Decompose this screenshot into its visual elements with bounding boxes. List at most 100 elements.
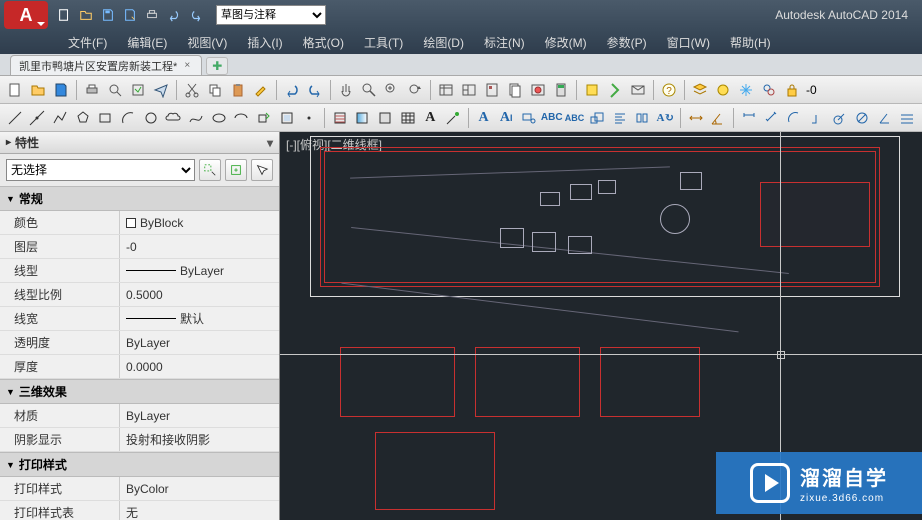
pickadd-icon[interactable]: [225, 159, 247, 181]
close-tab-icon[interactable]: ×: [181, 60, 193, 72]
menu-修改[interactable]: 修改(M): [535, 30, 597, 54]
dim-linear-icon[interactable]: [738, 107, 760, 129]
dim-quick-icon[interactable]: [897, 107, 919, 129]
text-a1-icon[interactable]: A: [473, 107, 495, 129]
print-icon[interactable]: [81, 79, 103, 101]
prop-row[interactable]: 打印样式表无: [0, 501, 279, 520]
prop-value[interactable]: ByLayer: [120, 259, 279, 282]
find-icon[interactable]: [518, 107, 540, 129]
prop-row[interactable]: 线型 ByLayer: [0, 259, 279, 283]
convert-text-icon[interactable]: A↻: [654, 107, 676, 129]
collapse-icon[interactable]: ▼: [6, 387, 15, 397]
new-tab-button[interactable]: ✚: [206, 57, 228, 75]
qat-new-icon[interactable]: [54, 5, 74, 25]
app-menu-button[interactable]: A: [4, 1, 48, 29]
designcenter-icon[interactable]: [458, 79, 480, 101]
markup-icon[interactable]: [527, 79, 549, 101]
qat-print-icon[interactable]: [142, 5, 162, 25]
open-icon[interactable]: [27, 79, 49, 101]
cut-icon[interactable]: [181, 79, 203, 101]
menu-窗口[interactable]: 窗口(W): [657, 30, 720, 54]
menu-帮助[interactable]: 帮助(H): [720, 30, 781, 54]
menu-工具[interactable]: 工具(T): [354, 30, 413, 54]
prop-value[interactable]: 默认: [120, 307, 279, 330]
xline-icon[interactable]: [27, 107, 49, 129]
polyline-icon[interactable]: [49, 107, 71, 129]
prop-value[interactable]: ByColor: [120, 477, 279, 500]
make-block-icon[interactable]: [276, 107, 298, 129]
help-icon[interactable]: ?: [658, 79, 680, 101]
layer-off-icon[interactable]: [758, 79, 780, 101]
zoom-realtime-icon[interactable]: [358, 79, 380, 101]
point-icon[interactable]: [298, 107, 320, 129]
palette-menu-icon[interactable]: ▾: [267, 136, 273, 150]
quickselect-icon[interactable]: [199, 159, 221, 181]
spline-icon[interactable]: [185, 107, 207, 129]
menu-文件[interactable]: 文件(F): [58, 30, 117, 54]
lock-icon[interactable]: [781, 79, 803, 101]
prop-value[interactable]: 0.5000: [120, 283, 279, 306]
prop-row[interactable]: 颜色ByBlock: [0, 211, 279, 235]
mtext-icon[interactable]: A: [420, 107, 442, 129]
region-icon[interactable]: [374, 107, 396, 129]
circle-icon[interactable]: [140, 107, 162, 129]
prop-value[interactable]: ByLayer: [120, 331, 279, 354]
prop-row[interactable]: 线宽 默认: [0, 307, 279, 331]
redo-icon[interactable]: [304, 79, 326, 101]
table-icon[interactable]: [397, 107, 419, 129]
spellcheck-icon[interactable]: ABC: [541, 107, 563, 129]
rectangle-icon[interactable]: [95, 107, 117, 129]
angle-icon[interactable]: [708, 107, 730, 129]
hatch-icon[interactable]: [329, 107, 351, 129]
menu-参数[interactable]: 参数(P): [597, 30, 657, 54]
prop-value[interactable]: 投射和接收阴影: [120, 428, 279, 451]
qat-undo-icon[interactable]: [164, 5, 184, 25]
qat-saveas-icon[interactable]: [120, 5, 140, 25]
dim-aligned-icon[interactable]: [761, 107, 783, 129]
cleanup-icon[interactable]: [604, 79, 626, 101]
send-icon[interactable]: [150, 79, 172, 101]
properties-icon[interactable]: [435, 79, 457, 101]
prop-row[interactable]: 材质ByLayer: [0, 404, 279, 428]
revision-cloud-icon[interactable]: [162, 107, 184, 129]
prop-row[interactable]: 厚度0.0000: [0, 355, 279, 379]
qat-open-icon[interactable]: [76, 5, 96, 25]
paste-icon[interactable]: [227, 79, 249, 101]
prop-row[interactable]: 打印样式ByColor: [0, 477, 279, 501]
collapse-icon[interactable]: ▼: [6, 194, 15, 204]
prop-value[interactable]: ByBlock: [120, 211, 279, 234]
prop-value[interactable]: 0.0000: [120, 355, 279, 378]
ellipse-icon[interactable]: [208, 107, 230, 129]
addselected-icon[interactable]: [442, 107, 464, 129]
scale-text-icon[interactable]: [586, 107, 608, 129]
new-icon[interactable]: [4, 79, 26, 101]
space-icon[interactable]: [632, 107, 654, 129]
file-tab[interactable]: 凯里市鸭塘片区安置房新装工程* ×: [10, 55, 202, 75]
workspace-select[interactable]: 草图与注释: [216, 5, 326, 25]
prop-row[interactable]: 透明度ByLayer: [0, 331, 279, 355]
palette-pin-icon[interactable]: ▸: [6, 137, 11, 148]
dim-angular-icon[interactable]: [874, 107, 896, 129]
menu-格式[interactable]: 格式(O): [293, 30, 354, 54]
prop-row[interactable]: 线型比例0.5000: [0, 283, 279, 307]
gradient-icon[interactable]: [352, 107, 374, 129]
menu-编辑[interactable]: 编辑(E): [117, 30, 177, 54]
prop-value[interactable]: 无: [120, 501, 279, 520]
xref-icon[interactable]: [627, 79, 649, 101]
zoom-prev-icon[interactable]: [404, 79, 426, 101]
layer-manager-icon[interactable]: [689, 79, 711, 101]
menu-视图[interactable]: 视图(V): [177, 30, 237, 54]
prop-value[interactable]: -0: [120, 235, 279, 258]
zoom-window-icon[interactable]: [381, 79, 403, 101]
calculator-icon[interactable]: [550, 79, 572, 101]
sheetset-icon[interactable]: [504, 79, 526, 101]
dim-arc-icon[interactable]: [783, 107, 805, 129]
collapse-icon[interactable]: ▼: [6, 460, 15, 470]
text-a2-icon[interactable]: AI: [495, 107, 517, 129]
block-insert-icon[interactable]: [581, 79, 603, 101]
menu-标注[interactable]: 标注(N): [474, 30, 535, 54]
distance-icon[interactable]: [685, 107, 707, 129]
polygon-icon[interactable]: [72, 107, 94, 129]
justify-icon[interactable]: [609, 107, 631, 129]
dim-radius-icon[interactable]: [829, 107, 851, 129]
